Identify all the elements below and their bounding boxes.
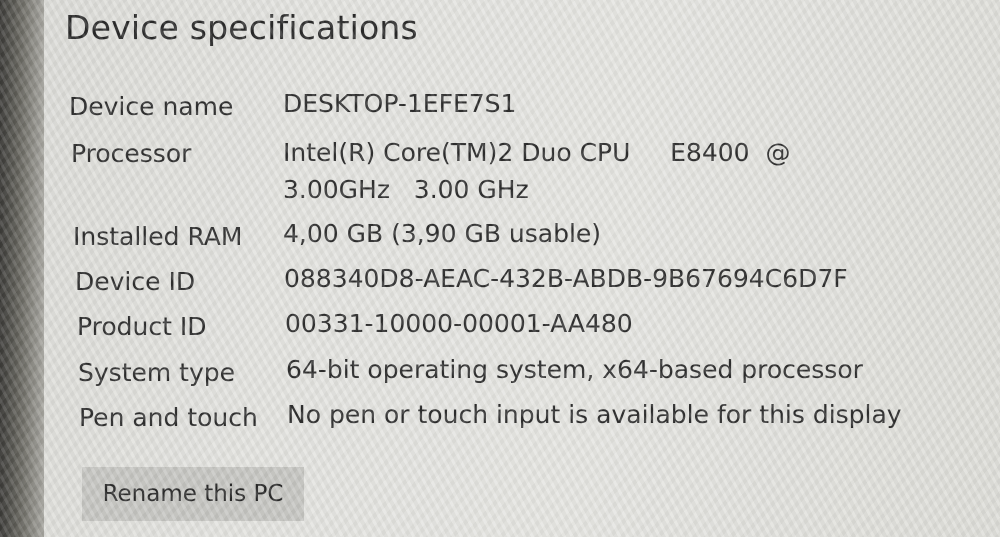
section-title: Device specifications xyxy=(65,8,418,47)
spec-label-processor: Processor xyxy=(71,139,192,168)
spec-label-device-id: Device ID xyxy=(75,267,196,296)
spec-label-pen-and-touch: Pen and touch xyxy=(79,403,258,432)
spec-value-product-id: 00331-10000-00001-AA480 xyxy=(285,309,633,338)
spec-value-installed-ram: 4,00 GB (3,90 GB usable) xyxy=(283,219,602,248)
settings-about-screen: Device specifications Device name DESKTO… xyxy=(0,0,1000,537)
spec-label-product-id: Product ID xyxy=(77,312,207,341)
spec-label-device-name: Device name xyxy=(69,92,234,121)
spec-value-pen-and-touch: No pen or touch input is available for t… xyxy=(287,400,902,429)
spec-label-installed-ram: Installed RAM xyxy=(73,222,243,251)
device-specifications-panel: Device specifications Device name DESKTO… xyxy=(0,0,1000,537)
rename-this-pc-button[interactable]: Rename this PC xyxy=(82,467,304,521)
spec-label-system-type: System type xyxy=(78,358,236,387)
spec-value-system-type: 64-bit operating system, x64-based proce… xyxy=(286,355,863,384)
spec-value-device-id: 088340D8-AEAC-432B-ABDB-9B67694C6D7F xyxy=(284,264,848,293)
spec-value-device-name: DESKTOP-1EFE7S1 xyxy=(283,89,517,118)
spec-value-processor: Intel(R) Core(TM)2 Duo CPU E8400 @ 3.00G… xyxy=(283,138,791,204)
